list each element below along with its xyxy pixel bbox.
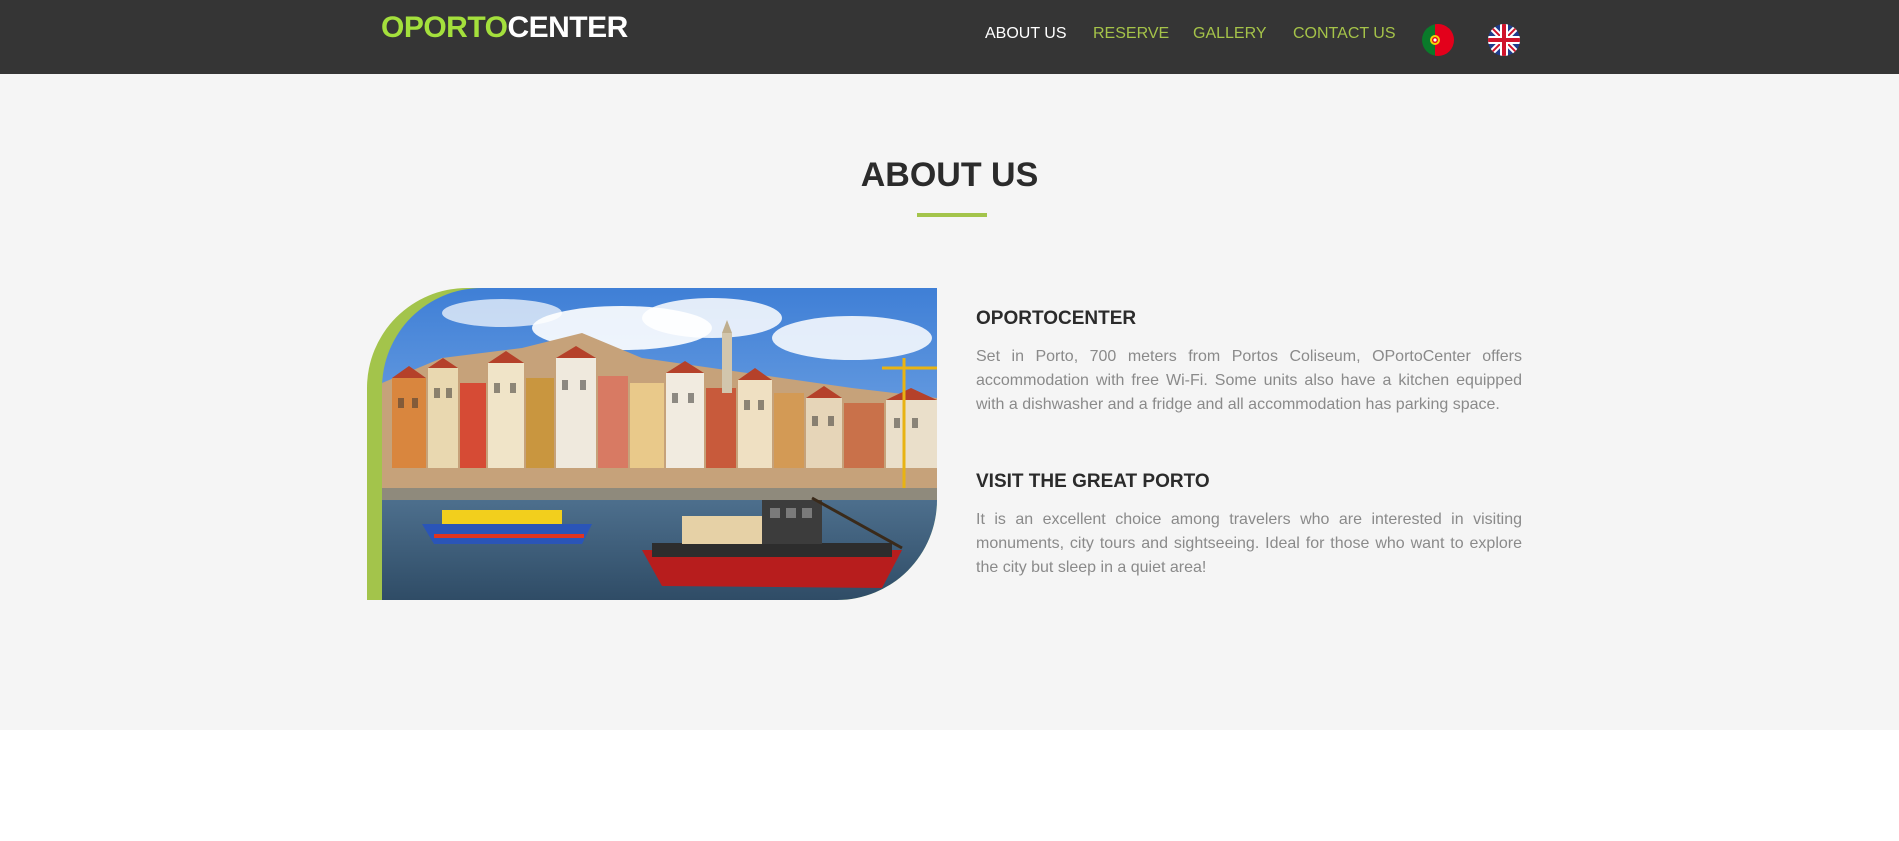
porto-image-frame [367,288,937,600]
nav-reserve[interactable]: RESERVE [1093,24,1169,44]
porto-riverside-photo [382,288,937,600]
nav-gallery[interactable]: GALLERY [1193,24,1267,44]
oportocenter-description: Set in Porto, 700 meters from Portos Col… [976,348,1522,413]
logo-part-center: CENTER [507,11,628,44]
heading-visit-porto: VISIT THE GREAT PORTO [976,471,1210,492]
nav-about-us[interactable]: ABOUT US [985,24,1067,44]
top-navbar: OPORTOCENTER ABOUT US RESERVE GALLERY CO… [0,0,1899,74]
site-logo[interactable]: OPORTOCENTER [381,10,628,46]
title-underline [917,213,987,217]
logo-part-oporto: OPORTO [381,11,508,44]
uk-flag-icon[interactable] [1488,24,1520,56]
portugal-flag-icon[interactable] [1422,24,1454,56]
heading-oportocenter: OPORTOCENTER [976,308,1137,329]
nav-contact-us[interactable]: CONTACT US [1293,24,1396,44]
section-title: ABOUT US [860,156,1039,194]
visit-porto-description: It is an excellent choice among traveler… [976,511,1522,576]
